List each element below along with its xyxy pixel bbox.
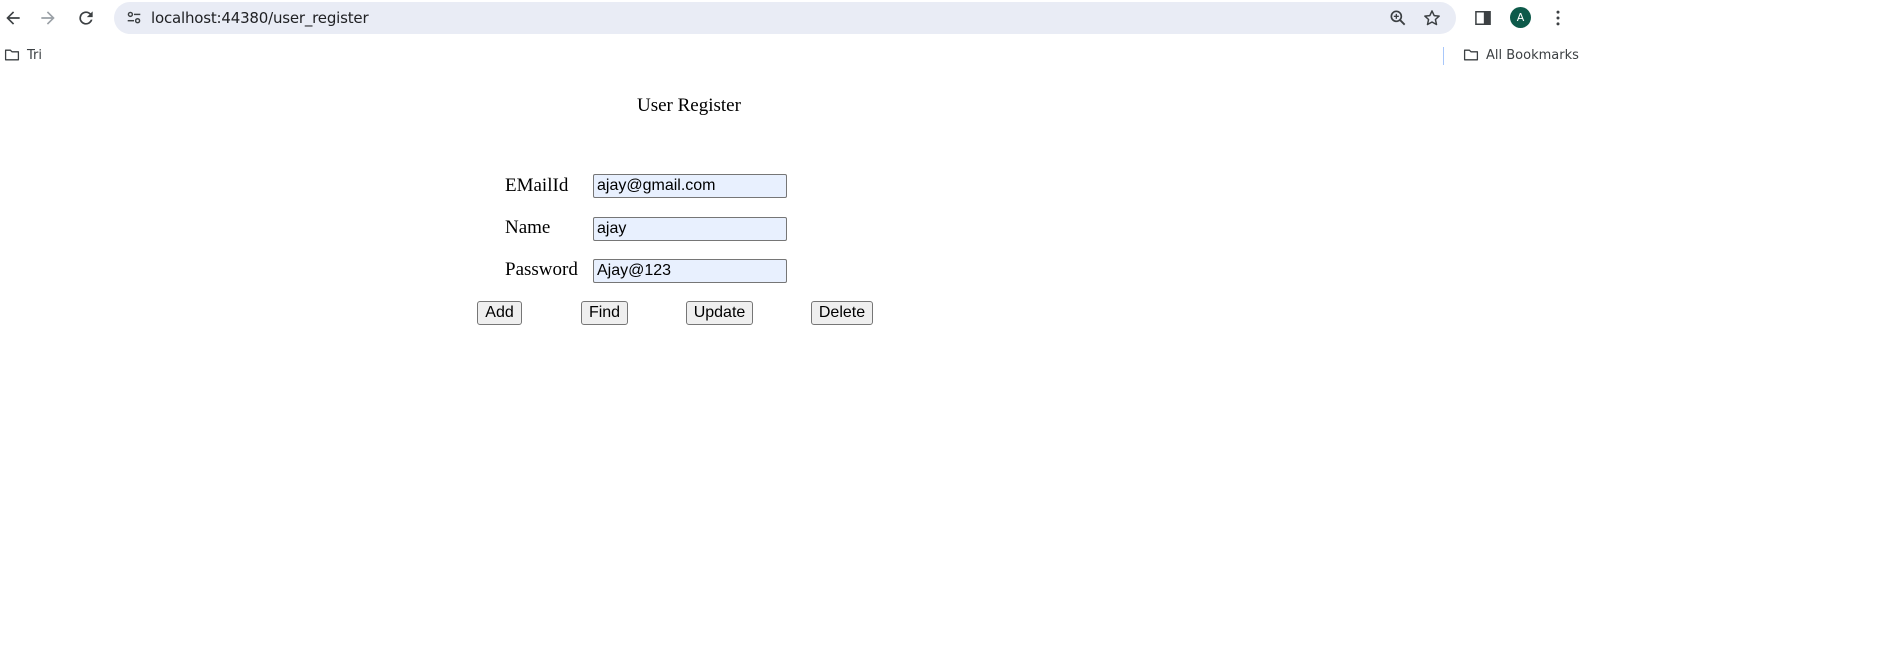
all-bookmarks-label: All Bookmarks (1486, 47, 1579, 63)
bookmark-folder-tri[interactable]: Tri (3, 47, 42, 63)
name-label: Name (505, 217, 551, 238)
add-button[interactable]: Add (477, 301, 522, 325)
reload-icon (79, 11, 93, 25)
forward-arrow-icon (41, 11, 55, 25)
folder-icon (4, 49, 20, 61)
folder-icon (1463, 49, 1479, 61)
all-bookmarks-button[interactable]: All Bookmarks (1462, 47, 1579, 63)
zoom-icon[interactable] (1388, 8, 1408, 28)
back-arrow-icon (6, 11, 20, 25)
profile-avatar[interactable]: A (1510, 7, 1531, 28)
back-button[interactable] (0, 5, 26, 31)
bookmarks-separator (1443, 47, 1444, 65)
email-label: EMailId (505, 175, 569, 196)
name-field[interactable] (593, 217, 787, 241)
page-title: User Register (637, 95, 741, 116)
forward-button[interactable] (35, 5, 61, 31)
password-field[interactable] (593, 259, 787, 283)
bookmarks-bar: Tri All Bookmarks (0, 44, 1891, 68)
site-info-icon[interactable] (124, 8, 144, 28)
url-text[interactable]: localhost:44380/user_register (151, 9, 369, 27)
delete-button[interactable]: Delete (811, 301, 873, 325)
kebab-menu-icon[interactable] (1546, 6, 1570, 30)
browser-toolbar: localhost:44380/user_register A (0, 0, 1891, 36)
bookmark-label: Tri (27, 47, 42, 63)
bookmark-star-icon[interactable] (1422, 8, 1442, 28)
email-field[interactable] (593, 174, 787, 198)
address-bar[interactable]: localhost:44380/user_register (114, 2, 1456, 34)
update-button[interactable]: Update (686, 301, 753, 325)
side-panel-icon[interactable] (1471, 6, 1495, 30)
reload-button[interactable] (73, 5, 99, 31)
find-button[interactable]: Find (581, 301, 628, 325)
password-label: Password (505, 259, 578, 280)
